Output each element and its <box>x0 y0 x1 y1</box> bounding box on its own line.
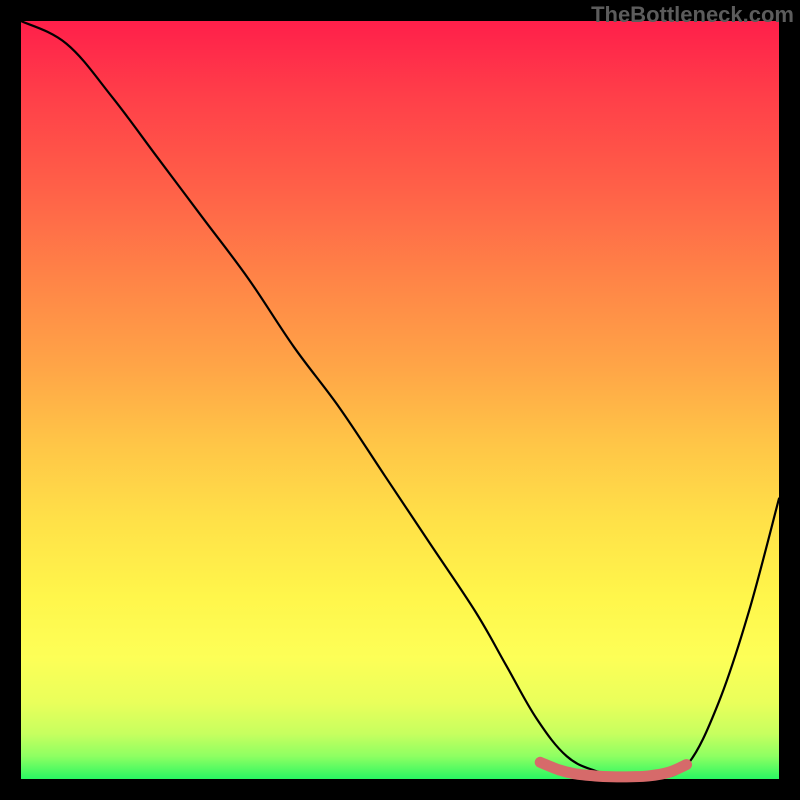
chart-frame: TheBottleneck.com <box>0 0 800 800</box>
chart-svg <box>21 21 779 779</box>
main-curve <box>21 21 779 781</box>
plot-area <box>21 21 779 779</box>
bottom-marker-curve <box>540 762 686 777</box>
watermark-text: TheBottleneck.com <box>591 2 794 28</box>
